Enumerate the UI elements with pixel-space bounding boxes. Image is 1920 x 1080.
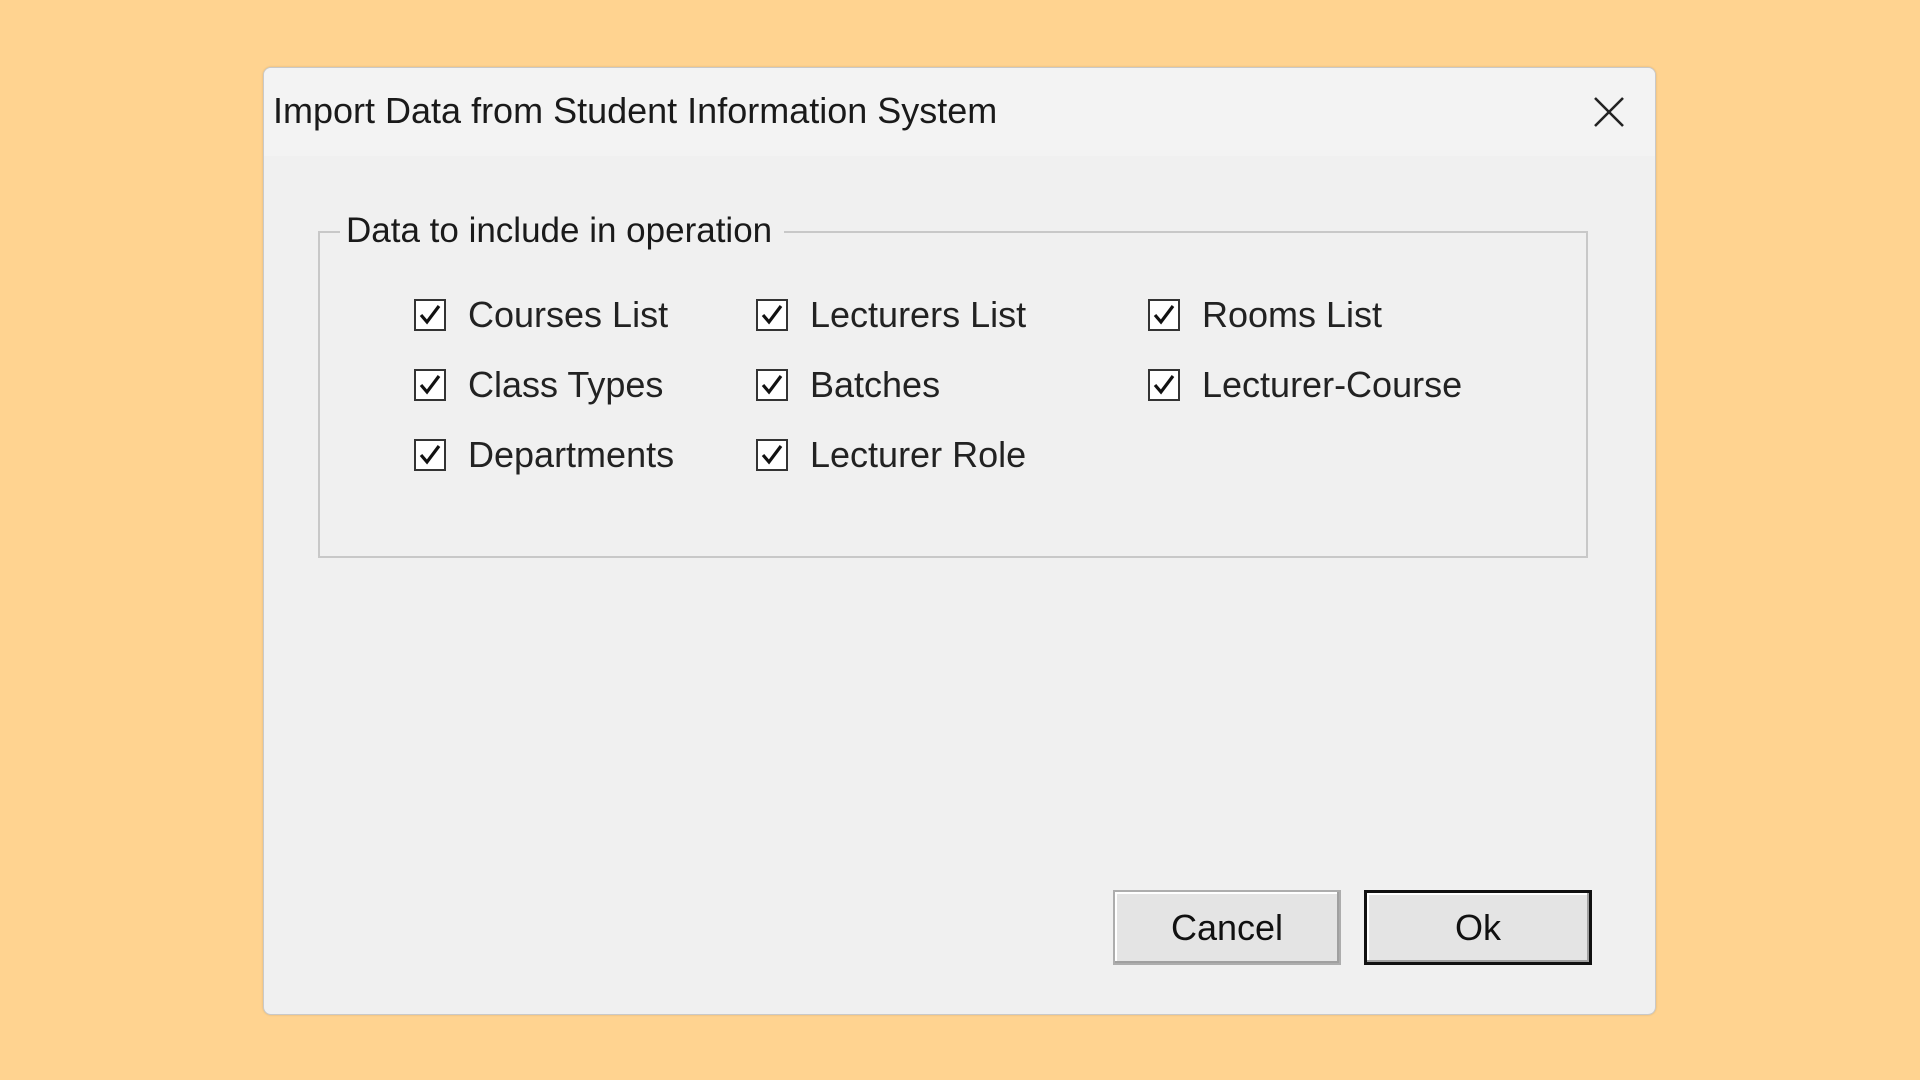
title-bar: Import Data from Student Information Sys…: [264, 68, 1655, 156]
checkbox-lecturer-role[interactable]: Lecturer Role: [756, 431, 1026, 479]
checkmark-icon: [761, 445, 783, 465]
checkmark-icon: [1153, 305, 1175, 325]
checkmark-icon: [761, 305, 783, 325]
checkmark-icon: [1153, 375, 1175, 395]
checkmark-icon: [761, 375, 783, 395]
checkbox-box[interactable]: [1148, 299, 1180, 331]
checkbox-box[interactable]: [756, 369, 788, 401]
checkbox-label: Lecturer-Course: [1202, 364, 1463, 405]
checkbox-class-types[interactable]: Class Types: [414, 361, 663, 409]
data-include-groupbox: Data to include in operation Courses Lis…: [318, 209, 1588, 558]
import-dialog: Import Data from Student Information Sys…: [263, 67, 1656, 1015]
checkbox-lecturers-list[interactable]: Lecturers List: [756, 291, 1026, 339]
checkbox-departments[interactable]: Departments: [414, 431, 674, 479]
checkbox-box[interactable]: [414, 369, 446, 401]
checkbox-label: Courses List: [468, 294, 669, 335]
checkbox-batches[interactable]: Batches: [756, 361, 940, 409]
checkbox-label: Departments: [468, 434, 675, 475]
cancel-button[interactable]: Cancel: [1113, 890, 1341, 965]
checkbox-box[interactable]: [1148, 369, 1180, 401]
close-icon: [1594, 97, 1624, 127]
groupbox-label: Data to include in operation: [340, 209, 785, 253]
checkbox-rooms-list[interactable]: Rooms List: [1148, 291, 1382, 339]
checkmark-icon: [419, 375, 441, 395]
checkmark-icon: [419, 305, 441, 325]
checkbox-box[interactable]: [756, 439, 788, 471]
checkbox-courses-list[interactable]: Courses List: [414, 291, 668, 339]
checkbox-box[interactable]: [414, 439, 446, 471]
checkmark-icon: [419, 445, 441, 465]
window-title: Import Data from Student Information Sys…: [273, 90, 998, 131]
close-button[interactable]: [1563, 68, 1655, 156]
checkbox-label: Rooms List: [1202, 294, 1383, 335]
ok-button[interactable]: Ok: [1364, 890, 1592, 965]
checkbox-box[interactable]: [414, 299, 446, 331]
checkbox-label: Lecturers List: [810, 294, 1027, 335]
checkbox-lecturer-course[interactable]: Lecturer-Course: [1148, 361, 1462, 409]
checkbox-label: Lecturer Role: [810, 434, 1027, 475]
checkbox-label: Batches: [810, 364, 941, 405]
checkbox-label: Class Types: [468, 364, 664, 405]
checkbox-box[interactable]: [756, 299, 788, 331]
